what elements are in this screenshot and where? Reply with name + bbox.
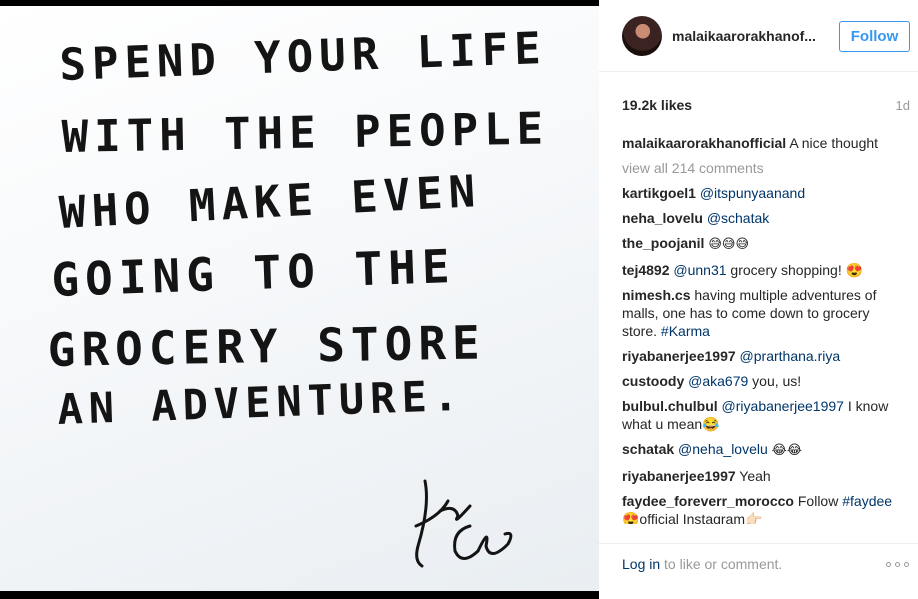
comment-user[interactable]: riyabanerjee1997 [622,468,736,484]
comment-user[interactable]: bulbul.chulbul [622,398,718,414]
comment-user[interactable]: faydee_foreverr_morocco [622,493,794,509]
ellipsis-dot [885,561,891,567]
comment-text: Yeah [739,468,771,484]
comment-mention[interactable]: @itspunyaanand [700,185,805,201]
comment-item: riyabanerjee1997 Yeah [622,467,894,485]
ellipsis-dot [894,561,900,567]
comment-item: bulbul.chulbul @riyabanerjee1997 I know … [622,397,894,433]
caption-text: A nice thought [789,135,879,151]
post-footer: Log in to like or comment. [599,543,918,589]
comment-user[interactable]: schatak [622,441,674,457]
comment-text: Follow [797,493,839,509]
comment-text: grocery shopping! 😍 [730,262,864,278]
comment-item: neha_lovelu @schatak [622,209,894,227]
view-all-comments-link[interactable]: view all 214 comments [622,159,894,177]
comment-user[interactable]: nimesh.cs [622,287,690,303]
comment-text: you, us! [752,373,802,389]
post-photo[interactable]: SPEND YOUR LIFE WITH THE PEOPLE WHO MAKE… [0,0,599,599]
comment-item: custoody @aka679 you, us! [622,372,894,390]
comment-mention[interactable]: @unn31 [673,262,726,278]
comment-text: 😂😂 [771,443,803,458]
comment-user[interactable]: the_poojanil [622,235,704,251]
comment-item: the_poojanil 😅😅😅 [622,234,894,254]
comments-list[interactable]: malaikaarorakhanofficial A nice thought … [622,134,894,524]
note-line-3: WHO MAKE EVEN [58,166,482,239]
comment-user[interactable]: neha_lovelu [622,210,703,226]
post-sidebar: malaikaarorakhanof... Follow 19.2k likes… [599,0,918,599]
comment-mention[interactable]: @aka679 [688,373,748,389]
comment-hashtag[interactable]: #faydee [842,493,892,509]
comment-user[interactable]: kartikgoel1 [622,185,696,201]
comment-item: kartikgoel1 @itspunyaanand [622,184,894,202]
comment-text: 😅😅😅 [708,237,750,252]
comment-mention[interactable]: @neha_lovelu [678,441,768,457]
login-link[interactable]: Log in [622,556,660,572]
comment-item: riyabanerjee1997 @prarthana.riya [622,347,894,365]
likes-count[interactable]: 19.2k likes [622,97,692,113]
caption-user[interactable]: malaikaarorakhanofficial [622,135,786,151]
photo-bottom-border [0,591,599,599]
ellipsis-icon[interactable] [884,558,910,570]
post-header: malaikaarorakhanof... Follow [599,0,918,72]
login-prompt-text: to like or comment. [664,556,783,572]
comment-mention[interactable]: @riyabanerjee1997 [722,398,844,414]
handwritten-note: SPEND YOUR LIFE WITH THE PEOPLE WHO MAKE… [47,23,549,568]
note-line-2: WITH THE PEOPLE [61,104,549,163]
post-age[interactable]: 1d [896,98,910,113]
note-line-6: AN ADVENTURE. [57,371,465,434]
comment-item: schatak @neha_lovelu 😂😂 [622,440,894,460]
comment-hashtag[interactable]: #Karma [661,323,710,339]
comment-item: tej4892 @unn31 grocery shopping! 😍 [622,261,894,279]
note-line-5: GROCERY STORE [47,315,486,377]
post-username[interactable]: malaikaarorakhanof... [672,28,816,44]
note-line-1: SPEND YOUR LIFE [59,23,548,91]
comment-mention[interactable]: @schatak [707,210,769,226]
comment-mention[interactable]: @prarthana.riya [740,348,841,364]
follow-button[interactable]: Follow [839,21,910,52]
comment-user[interactable]: tej4892 [622,262,669,278]
note-line-4: GOING TO THE [50,239,456,307]
signature-mark [414,479,513,568]
ellipsis-dot [903,561,909,567]
login-prompt: Log in to like or comment. [622,556,782,572]
comment-text-2: 😍official Instagram👉🏻 [622,511,763,524]
comment-item: faydee_foreverr_morocco Follow #faydee 😍… [622,492,894,524]
caption: malaikaarorakhanofficial A nice thought [622,134,894,152]
likes-row: 19.2k likes 1d [622,97,910,117]
avatar[interactable] [622,16,662,56]
comment-user[interactable]: riyabanerjee1997 [622,348,736,364]
handwritten-note-card: SPEND YOUR LIFE WITH THE PEOPLE WHO MAKE… [0,6,599,591]
comment-item: nimesh.cs having multiple adventures of … [622,286,894,340]
comment-user[interactable]: custoody [622,373,684,389]
